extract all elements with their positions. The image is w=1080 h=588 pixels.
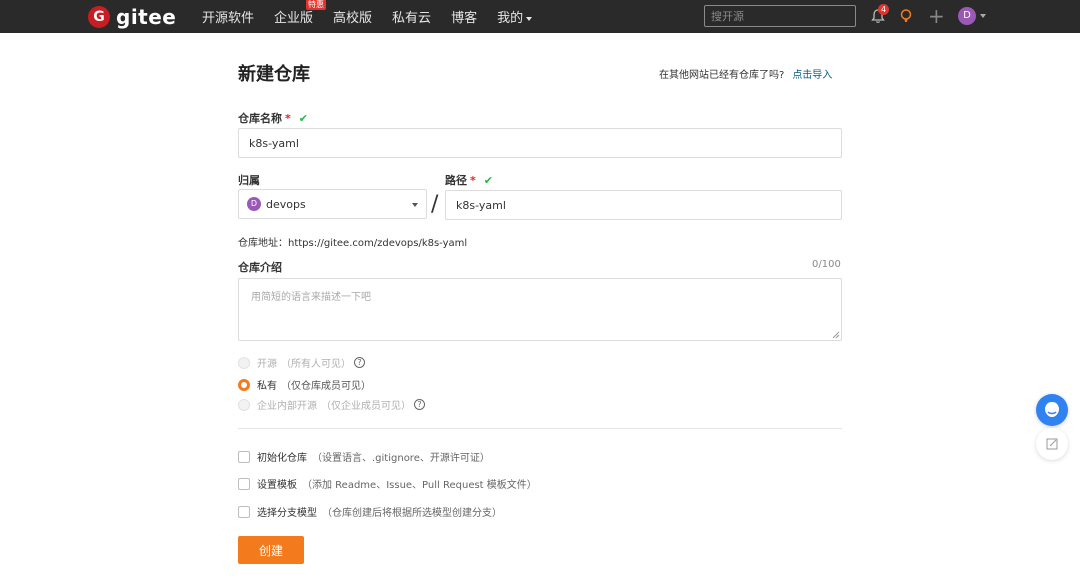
gitee-logo[interactable]: G gitee bbox=[88, 5, 176, 29]
chevron-down-icon bbox=[526, 16, 533, 21]
nav-item-mine-label: 我的 bbox=[497, 11, 524, 26]
nav-item-university[interactable]: 高校版 bbox=[333, 7, 372, 26]
search-input[interactable] bbox=[704, 5, 856, 27]
import-hint: 在其他网站已经有仓库了吗? 点击导入 bbox=[659, 66, 832, 81]
option-init-repo[interactable]: 初始化仓库 （设置语言、.gitignore、开源许可证） bbox=[238, 449, 490, 464]
check-icon: ✔ bbox=[298, 112, 308, 125]
check-icon: ✔ bbox=[483, 174, 493, 187]
visibility-option-private[interactable]: 私有 （仅仓库成员可见） bbox=[238, 377, 371, 392]
repo-name-label: 仓库名称 * ✔ bbox=[238, 110, 308, 126]
branch-model-label: 选择分支模型 bbox=[257, 508, 317, 519]
visibility-option-public[interactable]: 开源 （所有人可见） ? bbox=[238, 355, 365, 370]
intro-textarea[interactable] bbox=[238, 278, 842, 341]
nav-item-open-source[interactable]: 开源软件 bbox=[202, 7, 254, 26]
chevron-down-icon[interactable] bbox=[980, 14, 986, 18]
path-input[interactable] bbox=[445, 190, 842, 220]
radio-public[interactable] bbox=[238, 356, 250, 369]
help-icon[interactable]: ? bbox=[354, 357, 365, 368]
visibility-internal-label: 企业内部开源 bbox=[257, 401, 317, 412]
owner-label: 归属 bbox=[238, 174, 260, 187]
import-link[interactable]: 点击导入 bbox=[792, 70, 832, 81]
option-set-template[interactable]: 设置模板 （添加 Readme、Issue、Pull Request 模板文件） bbox=[238, 476, 537, 491]
plus-icon[interactable]: + bbox=[928, 6, 945, 26]
import-hint-text: 在其他网站已经有仓库了吗? bbox=[659, 70, 785, 81]
init-repo-note: （设置语言、.gitignore、开源许可证） bbox=[312, 453, 490, 464]
nav-item-private-cloud[interactable]: 私有云 bbox=[392, 7, 431, 26]
radio-private[interactable] bbox=[238, 378, 250, 391]
resize-handle-icon[interactable] bbox=[832, 331, 840, 339]
checkbox-branch-model[interactable] bbox=[238, 505, 250, 518]
main-nav: 开源软件 企业版 特惠 高校版 私有云 博客 我的 bbox=[202, 0, 552, 33]
required-mark: * bbox=[285, 112, 291, 125]
visibility-public-label: 开源 bbox=[257, 359, 277, 370]
user-avatar[interactable]: D bbox=[958, 7, 976, 25]
chevron-down-icon bbox=[412, 203, 418, 207]
path-label: 路径 * ✔ bbox=[445, 172, 493, 188]
gitee-logo-icon: G bbox=[88, 6, 110, 28]
repo-name-label-text: 仓库名称 bbox=[238, 112, 282, 125]
edit-note-icon bbox=[1046, 438, 1058, 450]
intro-counter: 0/100 bbox=[812, 259, 841, 270]
checkbox-set-template[interactable] bbox=[238, 477, 250, 490]
feedback-float-button[interactable] bbox=[1036, 428, 1068, 460]
nav-item-enterprise[interactable]: 企业版 特惠 bbox=[274, 0, 327, 26]
visibility-private-label: 私有 bbox=[257, 381, 277, 392]
path-separator: / bbox=[431, 192, 439, 217]
top-navbar: G gitee 开源软件 企业版 特惠 高校版 私有云 博客 我的 4 + D bbox=[0, 0, 1080, 33]
checkbox-init-repo[interactable] bbox=[238, 450, 250, 463]
gitee-logo-text: gitee bbox=[116, 5, 177, 29]
lightbulb-icon[interactable] bbox=[898, 8, 914, 24]
visibility-internal-note: （仅企业成员可见） bbox=[321, 401, 411, 412]
nav-item-blog[interactable]: 博客 bbox=[451, 7, 477, 26]
page-title: 新建仓库 bbox=[238, 64, 310, 85]
path-label-text: 路径 bbox=[445, 174, 467, 187]
radio-internal[interactable] bbox=[238, 398, 250, 411]
required-mark: * bbox=[470, 174, 476, 187]
owner-avatar: D bbox=[247, 197, 261, 211]
set-template-label: 设置模板 bbox=[257, 480, 297, 491]
create-button[interactable]: 创建 bbox=[238, 536, 304, 564]
init-repo-label: 初始化仓库 bbox=[257, 453, 307, 464]
nav-item-enterprise-label: 企业版 bbox=[274, 11, 314, 26]
repo-name-input[interactable] bbox=[238, 128, 842, 158]
option-branch-model[interactable]: 选择分支模型 （仓库创建后将根据所选模型创建分支） bbox=[238, 504, 502, 519]
repo-url: 仓库地址：https://gitee.com/zdevops/k8s-yaml bbox=[238, 238, 468, 249]
branch-model-note: （仓库创建后将根据所选模型创建分支） bbox=[322, 508, 502, 519]
assistant-float-button[interactable] bbox=[1036, 394, 1068, 426]
owner-value: devops bbox=[266, 197, 306, 211]
owner-select[interactable]: D devops bbox=[238, 189, 427, 219]
assistant-icon bbox=[1045, 402, 1059, 417]
visibility-private-note: （仅仓库成员可见） bbox=[281, 381, 371, 392]
intro-label: 仓库介绍 bbox=[238, 261, 282, 274]
notification-count-badge: 4 bbox=[878, 4, 889, 15]
help-icon[interactable]: ? bbox=[414, 399, 425, 410]
set-template-note: （添加 Readme、Issue、Pull Request 模板文件） bbox=[302, 480, 537, 491]
section-divider bbox=[238, 428, 842, 429]
promo-badge: 特惠 bbox=[306, 0, 327, 10]
visibility-option-internal[interactable]: 企业内部开源 （仅企业成员可见） ? bbox=[238, 397, 425, 412]
nav-item-mine[interactable]: 我的 bbox=[497, 7, 533, 26]
visibility-public-note: （所有人可见） bbox=[281, 359, 351, 370]
